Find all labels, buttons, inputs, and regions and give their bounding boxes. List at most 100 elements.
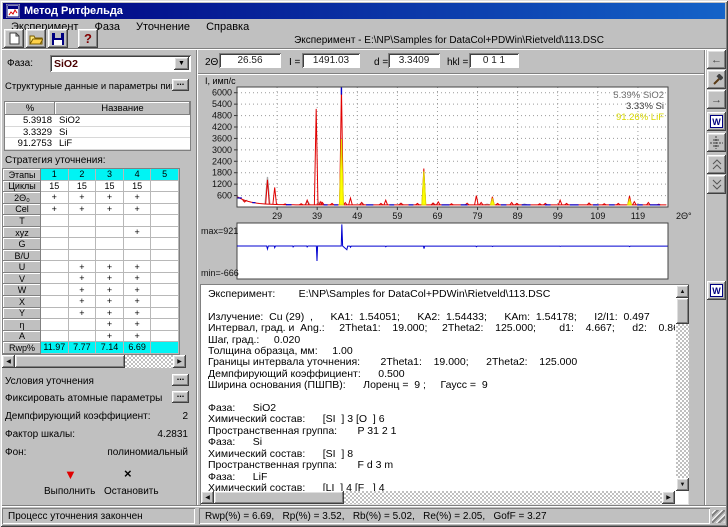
strategy-cell[interactable] — [151, 181, 179, 193]
strategy-cell[interactable]: + — [96, 273, 124, 285]
strategy-cell[interactable] — [96, 215, 124, 227]
strategy-cell[interactable]: + — [69, 308, 97, 320]
strategy-cell[interactable] — [151, 296, 179, 308]
strategy-cell[interactable] — [151, 250, 179, 262]
strategy-cell[interactable] — [124, 215, 152, 227]
strategy-cell[interactable]: 15 — [69, 181, 97, 193]
strategy-cell[interactable] — [124, 250, 152, 262]
strategy-cell[interactable] — [69, 331, 97, 343]
strategy-cell[interactable]: + — [96, 284, 124, 296]
strategy-cell[interactable] — [151, 238, 179, 250]
strategy-cell[interactable] — [151, 215, 179, 227]
scroll-down-icon[interactable]: ▼ — [676, 478, 689, 491]
strategy-row-label[interactable]: G — [3, 238, 41, 250]
phase-combobox[interactable]: SiO2 ▼ — [50, 55, 191, 72]
strategy-cell[interactable] — [151, 331, 179, 343]
expand-up-button[interactable] — [707, 155, 726, 174]
scrollbar-thumb[interactable] — [214, 491, 344, 504]
strategy-cell[interactable] — [96, 238, 124, 250]
scroll-up-icon[interactable]: ▲ — [676, 285, 689, 298]
phase-name[interactable]: Si — [55, 127, 190, 139]
combobox-dropdown-button[interactable]: ▼ — [174, 57, 189, 70]
strategy-row-label[interactable]: Cel — [3, 204, 41, 216]
scrollbar-thumb[interactable] — [676, 298, 689, 324]
refine-conditions-button[interactable]: ... — [172, 374, 189, 386]
strategy-cell[interactable]: + — [124, 308, 152, 320]
strategy-cell[interactable]: + — [124, 284, 152, 296]
stop-button[interactable]: Остановить — [104, 486, 159, 497]
twotheta-field[interactable]: 26.56 — [219, 53, 281, 68]
phase-percent[interactable]: 5.3918 — [5, 115, 55, 127]
strategy-cell[interactable] — [69, 227, 97, 239]
strategy-cell[interactable]: + — [124, 227, 152, 239]
phase-percent[interactable]: 91.2753 — [5, 138, 55, 150]
phase-name[interactable]: LiF — [55, 138, 190, 150]
strategy-cell[interactable] — [69, 250, 97, 262]
strategy-horizontal-scrollbar[interactable]: ◀ ▶ — [2, 355, 186, 368]
strategy-row-label[interactable]: A — [3, 331, 41, 343]
strategy-cell[interactable]: + — [124, 273, 152, 285]
strategy-cell[interactable] — [96, 227, 124, 239]
strategy-cell[interactable] — [41, 227, 69, 239]
phases-header-name[interactable]: Название — [55, 102, 190, 115]
strategy-cell[interactable]: 15 — [41, 181, 69, 193]
main-diffraction-chart[interactable]: 2939495969798999109119600120018002400300… — [200, 84, 702, 220]
strategy-cell[interactable]: + — [124, 331, 152, 343]
d-field[interactable]: 3.3409 — [388, 53, 440, 68]
strategy-cell[interactable] — [41, 215, 69, 227]
strategy-cell[interactable]: + — [69, 284, 97, 296]
strategy-cell[interactable]: + — [69, 273, 97, 285]
expand-down-button[interactable] — [707, 175, 726, 194]
strategy-cell[interactable] — [41, 261, 69, 273]
difference-chart[interactable]: max=921min=-666 — [200, 222, 702, 282]
strategy-cell[interactable] — [41, 331, 69, 343]
strategy-cell[interactable] — [151, 227, 179, 239]
strategy-cell[interactable] — [41, 296, 69, 308]
strategy-cell[interactable]: + — [124, 192, 152, 204]
strategy-row-label[interactable]: 2Θ₀ — [3, 192, 41, 204]
tool-button[interactable] — [707, 70, 726, 89]
strategy-cell[interactable]: 15 — [124, 181, 152, 193]
strategy-cell[interactable]: + — [96, 261, 124, 273]
strategy-row-label[interactable]: Y — [3, 308, 41, 320]
strategy-cell[interactable]: + — [69, 192, 97, 204]
scrollbar-track[interactable] — [676, 298, 689, 478]
strategy-row-label[interactable]: Циклы — [3, 181, 41, 193]
strategy-stage-header[interactable]: 5 — [151, 169, 179, 181]
strategy-cell[interactable]: + — [96, 331, 124, 343]
menu-refinement[interactable]: Уточнение — [128, 20, 198, 34]
word-export-button[interactable]: W — [707, 281, 726, 300]
strategy-cell[interactable]: + — [96, 319, 124, 331]
new-button[interactable] — [4, 29, 24, 48]
strategy-cell[interactable] — [151, 204, 179, 216]
strategy-row-label[interactable]: η — [3, 319, 41, 331]
save-button[interactable] — [48, 29, 68, 48]
scroll-right-icon[interactable]: ▶ — [173, 355, 186, 368]
phase-name[interactable]: SiO2 — [55, 115, 190, 127]
strategy-row-label[interactable]: V — [3, 273, 41, 285]
strategy-cell[interactable]: + — [124, 296, 152, 308]
strategy-row-label[interactable]: X — [3, 296, 41, 308]
strategy-cell[interactable] — [124, 238, 152, 250]
strategy-cell[interactable] — [96, 250, 124, 262]
strategy-stage-header[interactable]: 4 — [124, 169, 152, 181]
strategy-cell[interactable] — [41, 238, 69, 250]
report-vertical-scrollbar[interactable]: ▲ ▼ — [676, 285, 689, 491]
strategy-cell[interactable] — [69, 215, 97, 227]
run-triangle-icon[interactable]: ▼ — [64, 468, 77, 481]
prev-peak-button[interactable]: ← — [707, 50, 726, 69]
strategy-cell[interactable]: + — [96, 192, 124, 204]
strategy-cell[interactable] — [151, 284, 179, 296]
fix-atomic-params-button[interactable]: ... — [172, 391, 189, 403]
scroll-left-icon[interactable]: ◀ — [201, 491, 214, 504]
strategy-cell[interactable] — [151, 273, 179, 285]
intensity-field[interactable]: 1491.03 — [302, 53, 360, 68]
strategy-stage-header[interactable]: 2 — [69, 169, 97, 181]
strategy-cell[interactable]: + — [69, 204, 97, 216]
strategy-cell[interactable]: + — [69, 261, 97, 273]
strategy-cell[interactable] — [41, 273, 69, 285]
report-horizontal-scrollbar[interactable]: ◀ ▶ — [201, 491, 675, 504]
strategy-cell[interactable]: + — [124, 261, 152, 273]
strategy-cell[interactable]: + — [96, 204, 124, 216]
scrollbar-thumb[interactable] — [15, 355, 125, 368]
